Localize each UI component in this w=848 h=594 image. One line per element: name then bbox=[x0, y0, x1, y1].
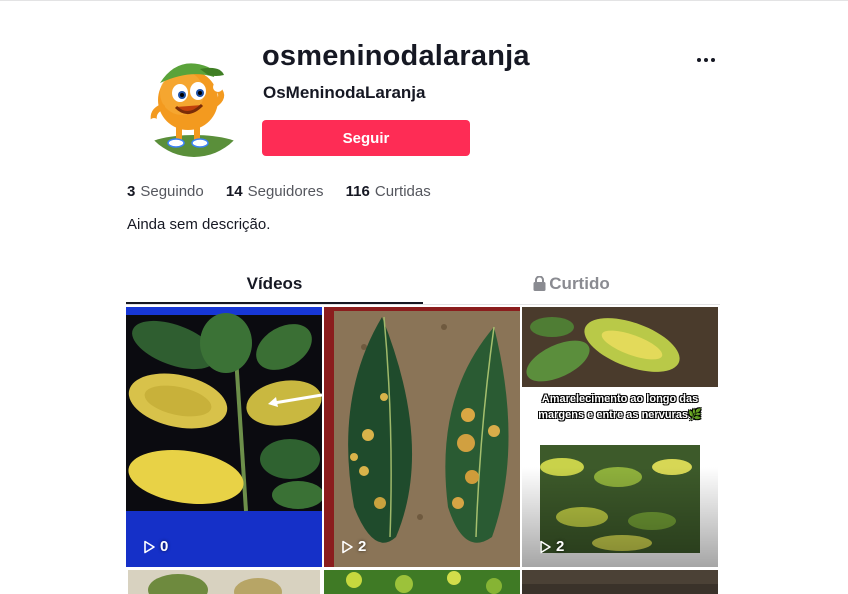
video-views-2: 2 bbox=[340, 538, 366, 555]
tab-active-indicator bbox=[126, 302, 423, 304]
following-count: 3 bbox=[127, 183, 136, 200]
video-card-2[interactable]: 2 bbox=[324, 307, 520, 567]
tab-liked-label: Curtido bbox=[549, 274, 610, 293]
likes-label: Curtidas bbox=[374, 183, 431, 200]
profile-bio: Ainda sem descrição. bbox=[127, 216, 271, 233]
more-options-button[interactable] bbox=[690, 48, 722, 72]
video-thumbnail-6 bbox=[522, 570, 718, 594]
tab-liked[interactable]: Curtido bbox=[423, 274, 720, 300]
avatar-image bbox=[138, 45, 250, 157]
top-divider bbox=[0, 0, 848, 1]
video-card-1[interactable]: 0 bbox=[126, 307, 322, 567]
more-icon bbox=[697, 58, 715, 62]
video-views-3: 2 bbox=[538, 538, 564, 555]
follow-button[interactable]: Seguir bbox=[262, 120, 470, 156]
followers-label: Seguidores bbox=[247, 183, 324, 200]
likes-count: 116 bbox=[345, 183, 370, 200]
video-thumbnail-5 bbox=[324, 570, 520, 594]
tab-videos[interactable]: Vídeos bbox=[126, 274, 423, 300]
play-icon bbox=[540, 540, 551, 553]
video-card-3[interactable]: Amarelecimento ao longo das margens e en… bbox=[522, 307, 718, 567]
followers-count: 14 bbox=[225, 183, 243, 200]
tab-videos-label: Vídeos bbox=[246, 274, 303, 293]
profile-stats: 3 Seguindo 14 Seguidores 116 Curtidas bbox=[127, 183, 449, 200]
play-icon bbox=[342, 540, 353, 553]
video-thumbnail-1 bbox=[126, 307, 322, 567]
video-card-4[interactable] bbox=[128, 570, 320, 594]
lock-icon bbox=[533, 275, 546, 296]
video-card-5[interactable] bbox=[324, 570, 520, 594]
video-views-count: 2 bbox=[358, 538, 367, 555]
video-card-6[interactable] bbox=[522, 570, 718, 594]
tab-divider bbox=[126, 304, 720, 305]
video-views-count: 0 bbox=[160, 538, 169, 555]
video-thumbnail-2 bbox=[324, 307, 520, 567]
stat-followers[interactable]: 14 Seguidores bbox=[226, 183, 324, 200]
profile-username: osmeninodalaranja bbox=[262, 40, 530, 72]
video-overlay-text: Amarelecimento ao longo das margens e en… bbox=[538, 393, 702, 421]
video-thumbnail-4 bbox=[128, 570, 320, 594]
avatar[interactable] bbox=[138, 45, 250, 157]
video-thumbnail-3 bbox=[522, 307, 718, 567]
video-views-1: 0 bbox=[142, 538, 168, 555]
stat-likes: 116 Curtidas bbox=[346, 183, 431, 200]
following-label: Seguindo bbox=[140, 183, 204, 200]
video-views-count: 2 bbox=[556, 538, 565, 555]
play-icon bbox=[144, 540, 155, 553]
stat-following[interactable]: 3 Seguindo bbox=[127, 183, 204, 200]
profile-nickname: OsMeninodaLaranja bbox=[263, 83, 426, 102]
